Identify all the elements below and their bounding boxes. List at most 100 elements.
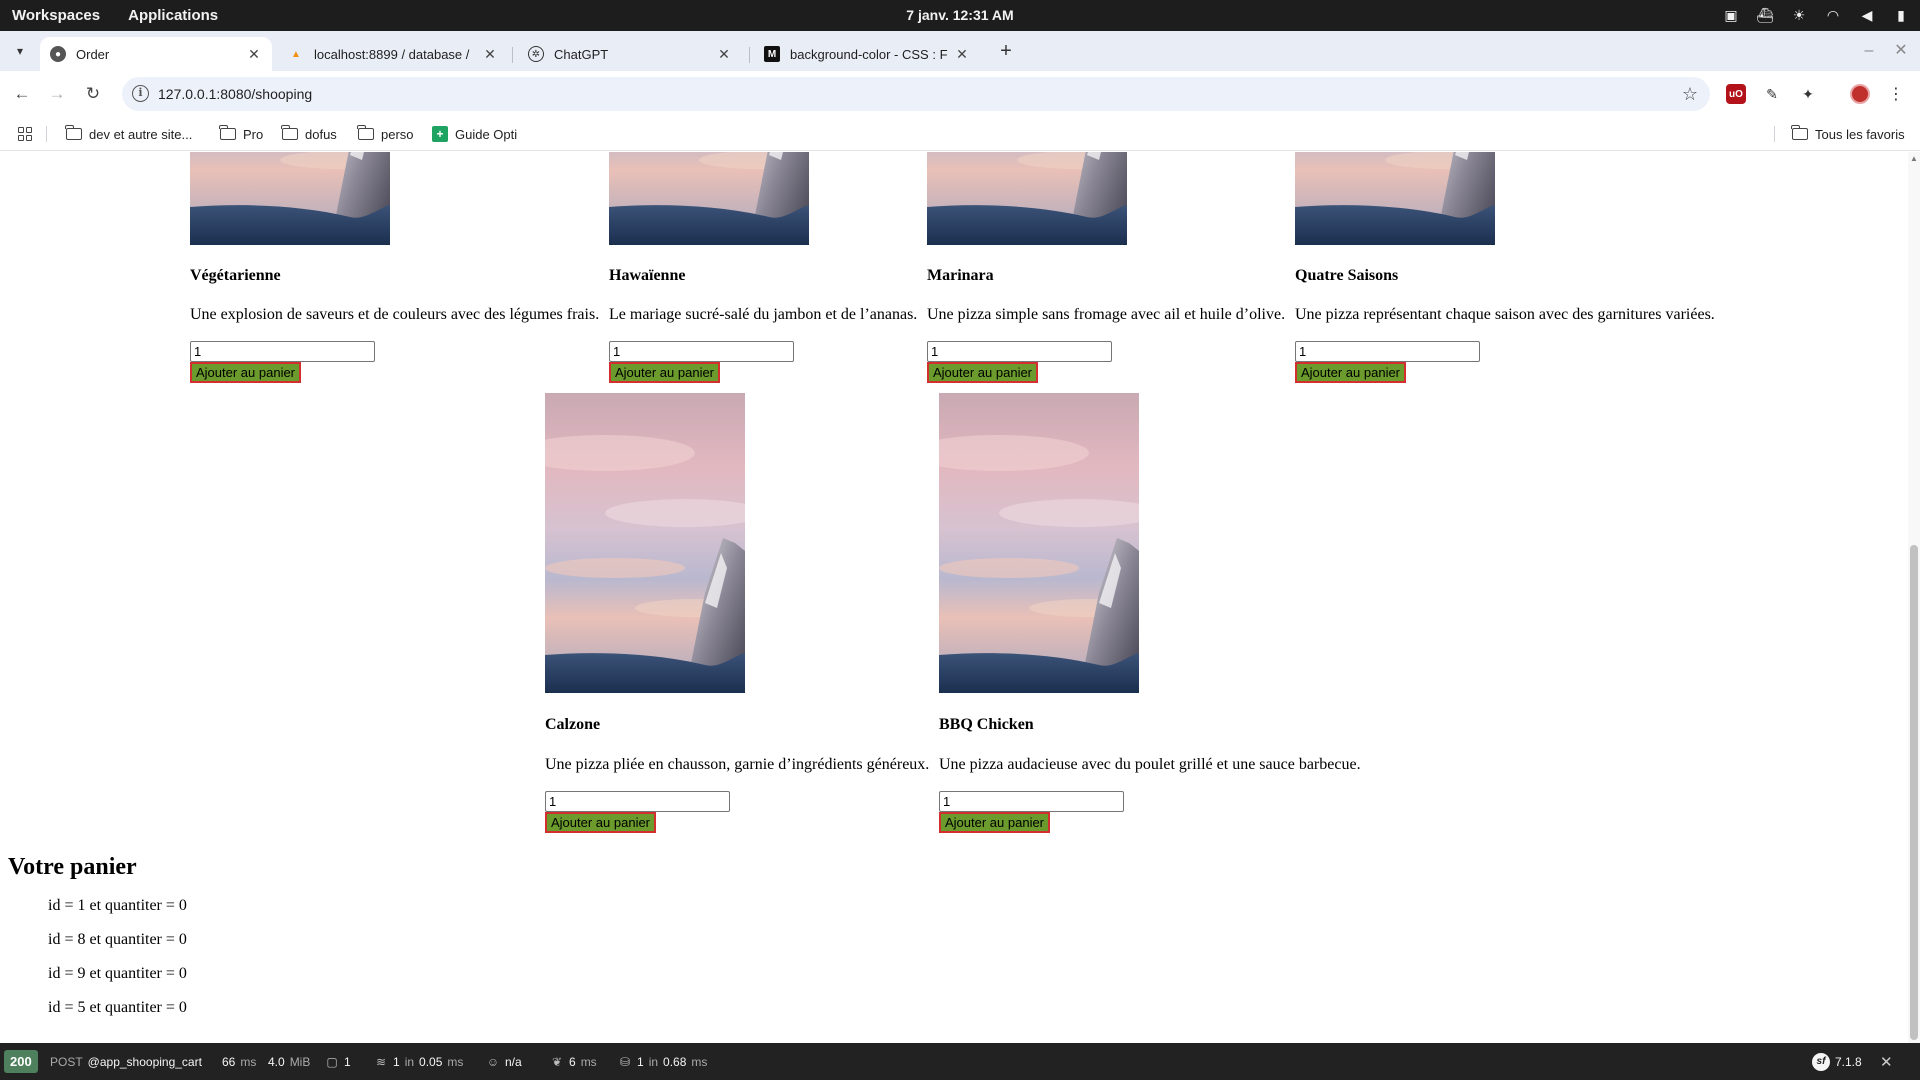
close-window-icon[interactable]: ✕ — [1889, 39, 1913, 63]
add-to-cart-button[interactable]: Ajouter au panier — [190, 362, 302, 383]
color-picker-extension-icon[interactable]: ✎ — [1762, 84, 1782, 104]
quantity-input[interactable] — [190, 341, 375, 362]
new-tab-plus-icon[interactable]: + — [994, 39, 1018, 63]
screen-icon[interactable]: ▣ — [1722, 7, 1740, 25]
volume-icon[interactable]: ◀ — [1858, 7, 1876, 25]
forms-count: 1 — [344, 1054, 351, 1069]
system-clock[interactable]: 7 janv. 12:31 AM — [0, 0, 1920, 31]
add-to-cart-button[interactable]: Ajouter au panier — [939, 812, 1051, 833]
ublock-extension-icon[interactable]: uO — [1726, 84, 1746, 104]
folder-icon — [357, 125, 374, 140]
http-status-badge[interactable]: 200 — [4, 1050, 38, 1073]
tab-title: localhost:8899 / database / — [314, 46, 470, 62]
bookmark-folder-dev[interactable]: dev et autre site... — [65, 117, 192, 151]
site-info-icon[interactable]: i — [132, 85, 149, 102]
add-to-cart-button[interactable]: Ajouter au panier — [927, 362, 1039, 383]
product-description: Une pizza pliée en chausson, garnie d’in… — [545, 756, 930, 773]
folder-icon — [1791, 125, 1808, 140]
scroll-up-arrow-icon[interactable]: ▲ — [1908, 154, 1920, 164]
symfony-version-panel[interactable]: sf 7.1.8 — [1812, 1043, 1862, 1080]
quantity-input[interactable] — [609, 341, 794, 362]
brightness-icon[interactable]: ☀ — [1790, 7, 1808, 25]
bookmark-folder-pro[interactable]: Pro — [219, 117, 264, 151]
folder-icon — [281, 125, 298, 140]
quantity-input[interactable] — [1295, 341, 1480, 362]
wifi-icon[interactable]: ◠ — [1824, 7, 1842, 25]
product-name: BBQ Chicken — [939, 716, 1034, 733]
add-to-cart-button[interactable]: Ajouter au panier — [1295, 362, 1407, 383]
profile-avatar-icon[interactable] — [1850, 84, 1870, 104]
phpmyadmin-favicon-icon: ▲ — [291, 48, 301, 60]
quantity-input[interactable] — [927, 341, 1112, 362]
page-viewport: Végétarienne Une explosion de saveurs et… — [0, 152, 1908, 1043]
bookmark-folder-perso[interactable]: perso — [357, 117, 414, 151]
product-name: Hawaïenne — [609, 267, 686, 284]
workspaces-menu[interactable]: Workspaces — [12, 7, 100, 24]
chatgpt-favicon-icon: ✲ — [528, 46, 544, 62]
twig-panel[interactable]: ❦ 6 ms — [550, 1043, 597, 1080]
cache-time: 0.05 — [419, 1054, 443, 1069]
close-tab-icon[interactable]: ✕ — [716, 46, 732, 63]
close-toolbar-icon[interactable]: ✕ — [1880, 1043, 1893, 1080]
forward-arrow-icon[interactable]: → — [45, 82, 69, 106]
close-tab-icon[interactable]: ✕ — [246, 46, 262, 63]
reload-icon[interactable]: ↻ — [81, 82, 105, 106]
add-to-cart-button[interactable]: Ajouter au panier — [545, 812, 657, 833]
twig-leaf-icon: ❦ — [551, 1054, 563, 1069]
cart-line: id = 5 et quantiter = 0 — [48, 999, 187, 1016]
request-panel[interactable]: POST @app_shooping_cart — [50, 1043, 202, 1080]
quantity-input[interactable] — [545, 791, 730, 812]
bookmark-label: perso — [381, 126, 414, 142]
time-panel[interactable]: 66 ms — [222, 1043, 256, 1080]
user-value: n/a — [505, 1054, 522, 1069]
extensions-puzzle-icon[interactable]: ✦ — [1798, 84, 1818, 104]
product-name: Végétarienne — [190, 267, 281, 284]
quantity-input[interactable] — [939, 791, 1124, 812]
back-arrow-icon[interactable]: ← — [10, 82, 34, 106]
database-icon: ⛁ — [619, 1054, 631, 1069]
db-time: 0.68 — [663, 1054, 687, 1069]
tab-search-chevron-icon[interactable]: ▾ — [8, 39, 32, 63]
twig-unit: ms — [580, 1054, 597, 1069]
docker-icon[interactable]: ⛴ — [1756, 7, 1774, 25]
memory-unit: MiB — [289, 1054, 311, 1069]
product-description: Une explosion de saveurs et de couleurs … — [190, 306, 600, 323]
tab-phpmyadmin[interactable]: ▲ localhost:8899 / database / ✕ — [278, 37, 508, 71]
minimize-window-icon[interactable]: – — [1857, 39, 1881, 63]
memory-panel[interactable]: 4.0 MiB — [268, 1043, 310, 1080]
order-favicon-icon: ● — [50, 46, 66, 62]
tab-order[interactable]: ● Order ✕ — [40, 37, 272, 71]
battery-icon[interactable]: ▮ — [1892, 7, 1910, 25]
all-bookmarks-folder[interactable]: Tous les favoris — [1791, 117, 1905, 151]
security-panel[interactable]: ☺ n/a — [486, 1043, 522, 1080]
tab-mdn[interactable]: M background-color - CSS : Feu ✕ — [754, 37, 980, 71]
request-method: POST — [50, 1054, 83, 1069]
bookmark-label: Guide Opti — [455, 126, 518, 142]
bookmark-star-icon[interactable]: ☆ — [1682, 77, 1698, 111]
tab-chatgpt[interactable]: ✲ ChatGPT ✕ — [518, 37, 742, 71]
close-tab-icon[interactable]: ✕ — [482, 46, 498, 63]
pizza-photo — [190, 152, 390, 245]
pizza-photo — [927, 152, 1127, 245]
close-tab-icon[interactable]: ✕ — [954, 46, 970, 63]
browser-menu-icon[interactable]: ⋮ — [1886, 84, 1906, 104]
bookmark-folder-dofus[interactable]: dofus — [281, 117, 337, 151]
user-icon: ☺ — [486, 1054, 500, 1069]
url-text[interactable]: 127.0.0.1:8080/shooping — [158, 77, 312, 111]
tab-title: background-color - CSS : Feu — [790, 46, 948, 62]
product-description: Une pizza simple sans fromage avec ail e… — [927, 306, 1286, 323]
applications-menu[interactable]: Applications — [128, 7, 218, 24]
add-to-cart-button[interactable]: Ajouter au panier — [609, 362, 721, 383]
cart-line: id = 8 et quantiter = 0 — [48, 931, 187, 948]
cache-unit: ms — [447, 1054, 464, 1069]
cache-panel[interactable]: ≋ 1 in 0.05 ms — [374, 1043, 463, 1080]
symfony-debug-toolbar: 200 POST @app_shooping_cart 66 ms 4.0 Mi… — [0, 1043, 1920, 1080]
scrollbar-thumb[interactable] — [1910, 545, 1918, 1040]
forms-panel[interactable]: ▢ 1 — [325, 1043, 351, 1080]
apps-grid-icon[interactable] — [18, 117, 32, 151]
bookmark-guide-opti[interactable]: + Guide Opti — [432, 117, 517, 151]
memory-value: 4.0 — [268, 1054, 285, 1069]
bookmark-label: Pro — [243, 126, 264, 142]
address-bar[interactable]: i 127.0.0.1:8080/shooping ☆ — [122, 77, 1710, 111]
database-panel[interactable]: ⛁ 1 in 0.68 ms — [618, 1043, 707, 1080]
